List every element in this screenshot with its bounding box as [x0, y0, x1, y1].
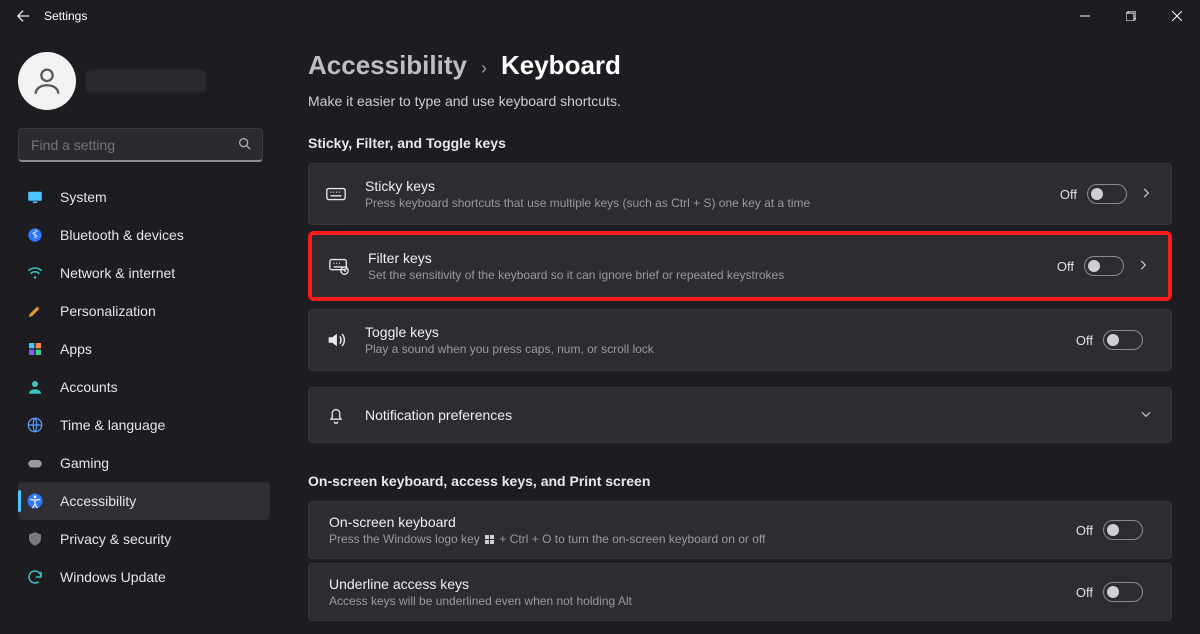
account-name-redacted: [86, 70, 206, 92]
globe-icon: [26, 416, 44, 434]
setting-filter-keys[interactable]: Filter keys Set the sensitivity of the k…: [312, 235, 1168, 297]
shield-icon: [26, 530, 44, 548]
nav-label: System: [60, 189, 107, 205]
toggle-state: Off: [1076, 523, 1093, 538]
bluetooth-icon: [26, 226, 44, 244]
gaming-icon: [26, 454, 44, 472]
window-title: Settings: [44, 9, 87, 23]
toggle-onscreen-keyboard[interactable]: [1103, 520, 1143, 540]
titlebar: Settings: [0, 0, 1200, 32]
maximize-button[interactable]: [1108, 0, 1154, 32]
profile-block[interactable]: [18, 52, 270, 110]
setting-underline-access-keys[interactable]: Underline access keys Access keys will b…: [308, 563, 1172, 621]
apps-icon: [26, 340, 44, 358]
minimize-button[interactable]: [1062, 0, 1108, 32]
back-button[interactable]: [16, 9, 30, 23]
setting-toggle-keys[interactable]: Toggle keys Play a sound when you press …: [308, 309, 1172, 371]
setting-sub: Press the Windows logo key + Ctrl + O to…: [329, 532, 1076, 546]
settings-window: Settings System: [0, 0, 1200, 634]
keyboard-icon: [325, 183, 347, 205]
breadcrumb: Accessibility › Keyboard: [308, 50, 1172, 81]
setting-title: Toggle keys: [365, 324, 1076, 340]
page-description: Make it easier to type and use keyboard …: [308, 93, 1172, 109]
setting-sub: Play a sound when you press caps, num, o…: [365, 342, 1076, 356]
toggle-state: Off: [1057, 259, 1074, 274]
toggle-toggle-keys[interactable]: [1103, 330, 1143, 350]
wifi-icon: [26, 264, 44, 282]
setting-title: Filter keys: [368, 250, 1057, 266]
nav-label: Gaming: [60, 455, 109, 471]
nav-bluetooth[interactable]: Bluetooth & devices: [18, 216, 270, 254]
toggle-sticky-keys[interactable]: [1087, 184, 1127, 204]
chevron-right-icon[interactable]: [1139, 186, 1155, 202]
search-input[interactable]: [18, 128, 263, 162]
nav-apps[interactable]: Apps: [18, 330, 270, 368]
toggle-underline-access-keys[interactable]: [1103, 582, 1143, 602]
chevron-right-icon[interactable]: [1136, 258, 1152, 274]
nav-label: Privacy & security: [60, 531, 171, 547]
close-button[interactable]: [1154, 0, 1200, 32]
setting-sticky-keys[interactable]: Sticky keys Press keyboard shortcuts tha…: [308, 163, 1172, 225]
update-icon: [26, 568, 44, 586]
nav-windows-update[interactable]: Windows Update: [18, 558, 270, 596]
search-icon: [237, 136, 253, 157]
sound-icon: [325, 329, 347, 351]
nav-accounts[interactable]: Accounts: [18, 368, 270, 406]
nav-label: Bluetooth & devices: [60, 227, 184, 243]
accounts-icon: [26, 378, 44, 396]
section-title-1: Sticky, Filter, and Toggle keys: [308, 135, 1172, 151]
system-icon: [26, 188, 44, 206]
nav-label: Accounts: [60, 379, 118, 395]
nav-label: Network & internet: [60, 265, 175, 281]
setting-title: Sticky keys: [365, 178, 1060, 194]
toggle-state: Off: [1060, 187, 1077, 202]
search-box[interactable]: [18, 128, 263, 162]
nav-accessibility[interactable]: Accessibility: [18, 482, 270, 520]
setting-title: On-screen keyboard: [329, 514, 1076, 530]
breadcrumb-parent[interactable]: Accessibility: [308, 50, 467, 81]
setting-sub: Set the sensitivity of the keyboard so i…: [368, 268, 1057, 282]
keyboard-clock-icon: [328, 255, 350, 277]
nav-personalization[interactable]: Personalization: [18, 292, 270, 330]
section-title-2: On-screen keyboard, access keys, and Pri…: [308, 473, 1172, 489]
setting-onscreen-keyboard[interactable]: On-screen keyboard Press the Windows log…: [308, 501, 1172, 559]
setting-notification-preferences[interactable]: Notification preferences: [308, 387, 1172, 443]
setting-sub: Access keys will be underlined even when…: [329, 594, 1076, 608]
nav-label: Personalization: [60, 303, 156, 319]
chevron-right-icon: ›: [481, 58, 487, 79]
setting-sub: Press keyboard shortcuts that use multip…: [365, 196, 1060, 210]
toggle-state: Off: [1076, 585, 1093, 600]
nav-label: Windows Update: [60, 569, 166, 585]
nav-gaming[interactable]: Gaming: [18, 444, 270, 482]
nav-system[interactable]: System: [18, 178, 270, 216]
avatar: [18, 52, 76, 110]
windows-logo-icon: [485, 535, 494, 544]
toggle-state: Off: [1076, 333, 1093, 348]
nav-label: Time & language: [60, 417, 165, 433]
chevron-down-icon[interactable]: [1139, 407, 1155, 423]
setting-title: Underline access keys: [329, 576, 1076, 592]
main-content: Accessibility › Keyboard Make it easier …: [280, 32, 1200, 634]
nav: System Bluetooth & devices Network & int…: [18, 178, 270, 596]
nav-label: Accessibility: [60, 493, 136, 509]
setting-title: Notification preferences: [365, 407, 1139, 423]
nav-label: Apps: [60, 341, 92, 357]
accessibility-icon: [26, 492, 44, 510]
nav-time-language[interactable]: Time & language: [18, 406, 270, 444]
nav-network[interactable]: Network & internet: [18, 254, 270, 292]
breadcrumb-current: Keyboard: [501, 50, 621, 81]
annotation-highlight: Filter keys Set the sensitivity of the k…: [308, 231, 1172, 301]
nav-privacy[interactable]: Privacy & security: [18, 520, 270, 558]
sidebar: System Bluetooth & devices Network & int…: [0, 32, 280, 634]
brush-icon: [26, 302, 44, 320]
toggle-filter-keys[interactable]: [1084, 256, 1124, 276]
bell-icon: [325, 404, 347, 426]
